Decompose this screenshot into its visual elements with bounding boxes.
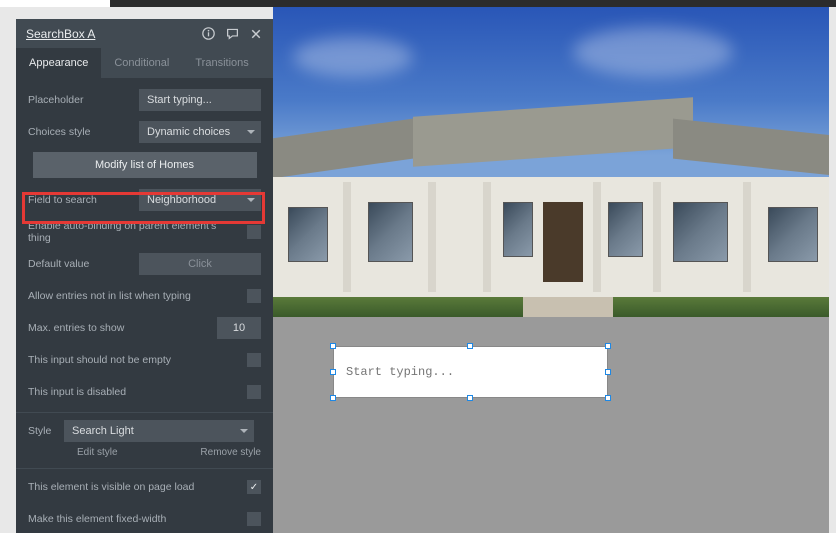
remove-style-link[interactable]: Remove style [200,447,261,458]
default-value-input[interactable] [139,253,261,275]
not-empty-label: This input should not be empty [28,354,239,366]
edit-style-link[interactable]: Edit style [77,447,118,458]
max-entries-label: Max. entries to show [28,322,217,334]
choices-style-value: Dynamic choices [147,126,230,138]
not-empty-checkbox[interactable] [247,353,261,367]
style-dropdown[interactable]: Search Light [64,420,254,442]
tab-appearance[interactable]: Appearance [16,48,101,78]
close-icon[interactable] [249,27,263,41]
visible-on-load-label: This element is visible on page load [28,481,239,493]
disabled-label: This input is disabled [28,386,239,398]
selection-handle[interactable] [467,395,473,401]
visible-on-load-checkbox[interactable] [247,480,261,494]
default-value-label: Default value [28,258,139,270]
selection-handle[interactable] [330,395,336,401]
selection-handle[interactable] [330,369,336,375]
tab-conditional[interactable]: Conditional [101,48,182,78]
property-panel: SearchBox A Appearance Conditional Trans… [16,19,273,533]
field-to-search-value: Neighborhood [147,194,216,206]
chevron-down-icon [247,130,255,134]
hero-image [273,7,829,317]
selection-handle[interactable] [605,395,611,401]
style-label: Style [28,425,64,437]
allow-entries-checkbox[interactable] [247,289,261,303]
panel-header[interactable]: SearchBox A [16,19,273,48]
selection-handle[interactable] [605,369,611,375]
field-to-search-dropdown[interactable]: Neighborhood [139,189,261,211]
info-icon[interactable] [201,27,215,41]
field-to-search-label: Field to search [28,194,139,206]
panel-tabs: Appearance Conditional Transitions [16,48,273,78]
selection-handle[interactable] [330,343,336,349]
allow-entries-label: Allow entries not in list when typing [28,290,239,302]
fixed-width-checkbox[interactable] [247,512,261,526]
selection-handle[interactable] [467,343,473,349]
placeholder-label: Placeholder [28,94,139,106]
style-value: Search Light [72,425,134,437]
chevron-down-icon [240,429,248,433]
panel-title: SearchBox A [26,27,201,41]
modify-list-button[interactable]: Modify list of Homes [33,152,257,178]
enable-autobind-label: Enable auto-binding on parent element's … [28,220,239,244]
max-entries-input[interactable] [217,317,261,339]
enable-autobind-checkbox[interactable] [247,225,261,239]
comment-icon[interactable] [225,27,239,41]
choices-style-label: Choices style [28,126,139,138]
editor-canvas[interactable] [273,7,829,533]
placeholder-input[interactable] [139,89,261,111]
searchbox-input[interactable] [334,347,607,397]
chevron-down-icon [247,198,255,202]
choices-style-dropdown[interactable]: Dynamic choices [139,121,261,143]
selection-handle[interactable] [605,343,611,349]
fixed-width-label: Make this element fixed-width [28,513,239,525]
searchbox-element[interactable] [333,346,608,398]
disabled-checkbox[interactable] [247,385,261,399]
tab-transitions[interactable]: Transitions [182,48,261,78]
